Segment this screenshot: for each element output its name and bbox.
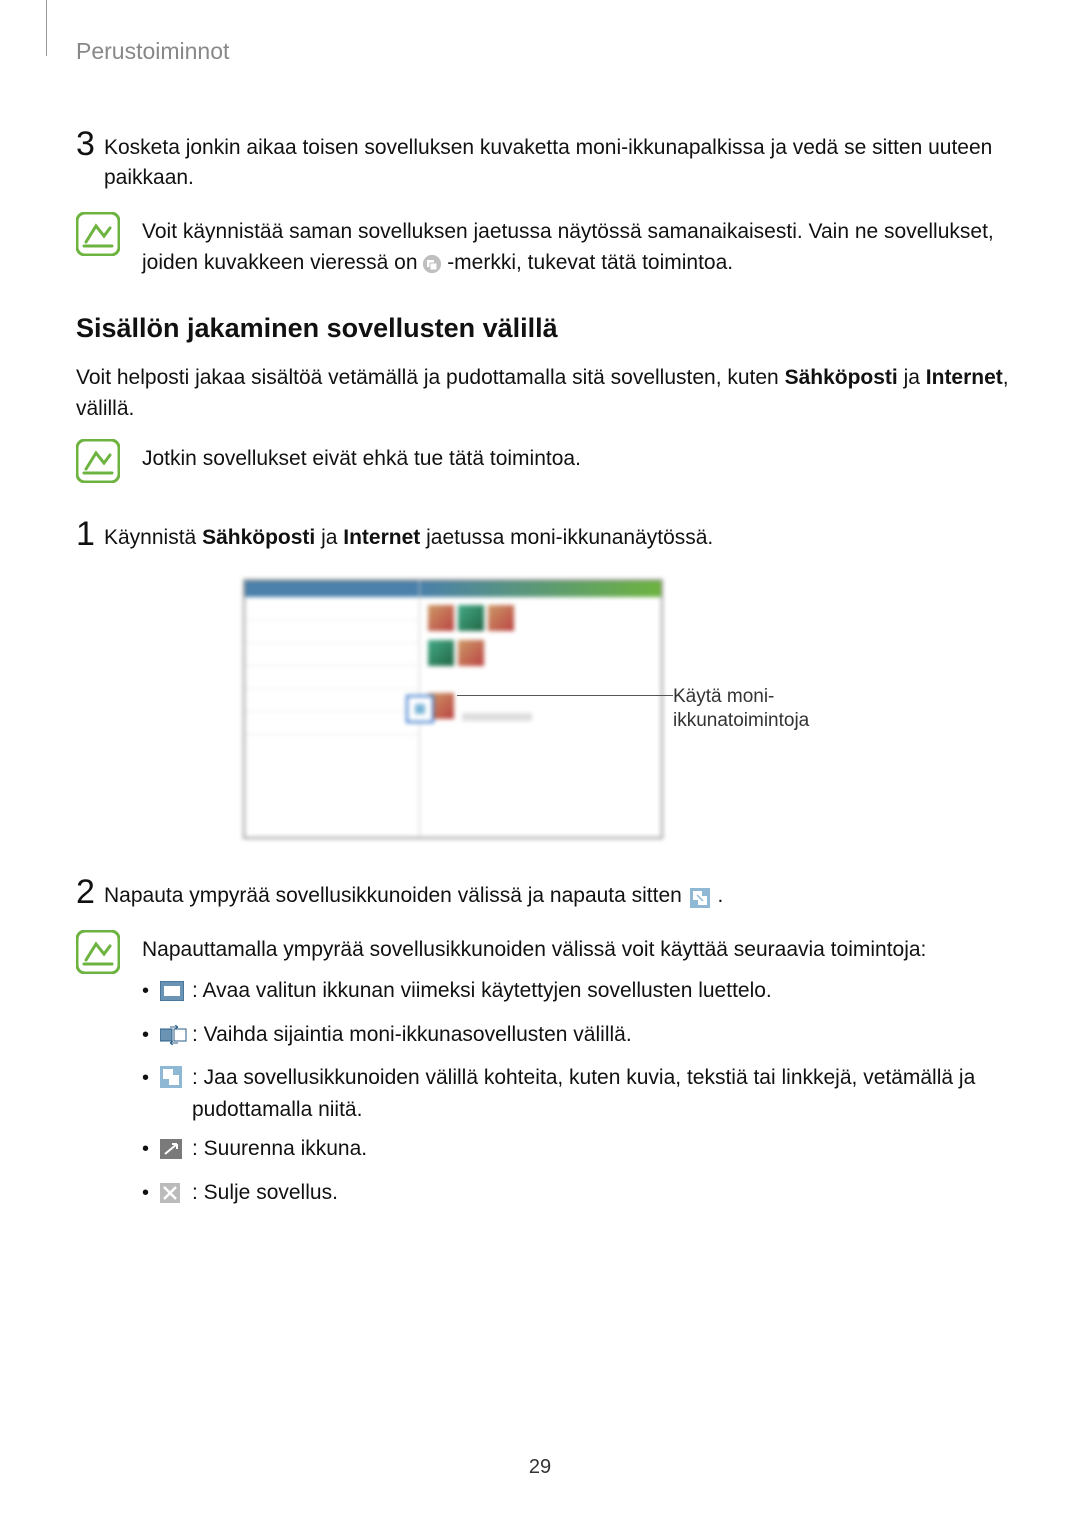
swap-windows-icon <box>160 1019 186 1055</box>
s2-a: Napauta ympyrää sovellusikkunoiden välis… <box>104 884 688 907</box>
figure: Käytä moni-ikkunatoimintoja <box>76 579 1010 839</box>
intro-d: Internet <box>926 366 1003 389</box>
step-number: 3 <box>76 127 104 161</box>
li-text: : Suurenna ikkuna. <box>192 1133 367 1165</box>
step-text: Käynnistä Sähköposti ja Internet jaetuss… <box>104 517 713 553</box>
intro-a: Voit helposti jakaa sisältöä vetämällä j… <box>76 366 785 389</box>
note1-b: -merkki, tukevat tätä toimintoa. <box>447 251 733 274</box>
note-block: Voit käynnistää saman sovelluksen jaetus… <box>76 212 1010 279</box>
s1-c: ja <box>315 526 343 549</box>
note-text: Jotkin sovellukset eivät ehkä tue tätä t… <box>142 439 581 475</box>
s1-e: jaetussa moni-ikkunanäytössä. <box>420 526 713 549</box>
step-number: 1 <box>76 517 104 551</box>
note-icon <box>76 930 120 974</box>
li-text: : Vaihda sijaintia moni-ikkunasovelluste… <box>192 1019 632 1051</box>
page-header: Perustoiminnot <box>76 38 1010 65</box>
step-text: Napauta ympyrää sovellusikkunoiden välis… <box>104 875 723 911</box>
list-item: • : Sulje sovellus. <box>142 1177 1010 1213</box>
note-icon <box>76 439 120 483</box>
s1-b: Sähköposti <box>202 526 315 549</box>
maximize-icon <box>160 1133 186 1169</box>
section-heading: Sisällön jakaminen sovellusten välillä <box>76 313 1010 344</box>
list-item: • : Jaa sovellusikkunoiden välillä kohte… <box>142 1062 1010 1125</box>
list-item: • : Avaa valitun ikkunan viimeksi käytet… <box>142 975 1010 1011</box>
step-number: 2 <box>76 875 104 909</box>
close-icon <box>160 1177 186 1213</box>
li-text: : Jaa sovellusikkunoiden välillä kohteit… <box>192 1062 1010 1125</box>
li-text: : Avaa valitun ikkunan viimeksi käytetty… <box>192 975 772 1007</box>
note-block: Napauttamalla ympyrää sovellusikkunoiden… <box>76 930 1010 1221</box>
intro-c: ja <box>898 366 926 389</box>
drag-share-icon <box>160 1062 186 1098</box>
intro-b: Sähköposti <box>785 366 898 389</box>
note-icon <box>76 212 120 256</box>
recent-apps-icon <box>160 975 186 1011</box>
step-2: 2 Napauta ympyrää sovellusikkunoiden väl… <box>76 875 1010 911</box>
note-text: Voit käynnistää saman sovelluksen jaetus… <box>142 212 1010 279</box>
document-page: Perustoiminnot 3 Kosketa jonkin aikaa to… <box>0 0 1080 1527</box>
device-screenshot <box>243 579 663 839</box>
margin-rule <box>46 0 47 56</box>
note-block: Jotkin sovellukset eivät ehkä tue tätä t… <box>76 439 1010 483</box>
note3-lead: Napauttamalla ympyrää sovellusikkunoiden… <box>142 934 1010 966</box>
note3-list: • : Avaa valitun ikkunan viimeksi käytet… <box>142 975 1010 1212</box>
multi-instance-icon <box>423 255 441 273</box>
s2-b: . <box>718 884 724 907</box>
list-item: • : Vaihda sijaintia moni-ikkunasovellus… <box>142 1019 1010 1055</box>
step-1: 1 Käynnistä Sähköposti ja Internet jaetu… <box>76 517 1010 553</box>
multi-window-handle <box>406 695 434 723</box>
li-text: : Sulje sovellus. <box>192 1177 338 1209</box>
s1-a: Käynnistä <box>104 526 202 549</box>
s1-d: Internet <box>343 526 420 549</box>
callout-text: Käytä moni-ikkunatoimintoja <box>673 685 843 734</box>
step-3: 3 Kosketa jonkin aikaa toisen sovellukse… <box>76 127 1010 194</box>
right-app-pane <box>420 581 661 837</box>
note-text: Napauttamalla ympyrää sovellusikkunoiden… <box>142 930 1010 1221</box>
list-item: • : Suurenna ikkuna. <box>142 1133 1010 1169</box>
intro-paragraph: Voit helposti jakaa sisältöä vetämällä j… <box>76 362 1010 425</box>
drag-share-icon <box>690 887 710 907</box>
page-number: 29 <box>0 1456 1080 1479</box>
step-text: Kosketa jonkin aikaa toisen sovelluksen … <box>104 127 1010 194</box>
figure-callout: Käytä moni-ikkunatoimintoja <box>673 685 843 734</box>
left-app-pane <box>245 581 420 837</box>
